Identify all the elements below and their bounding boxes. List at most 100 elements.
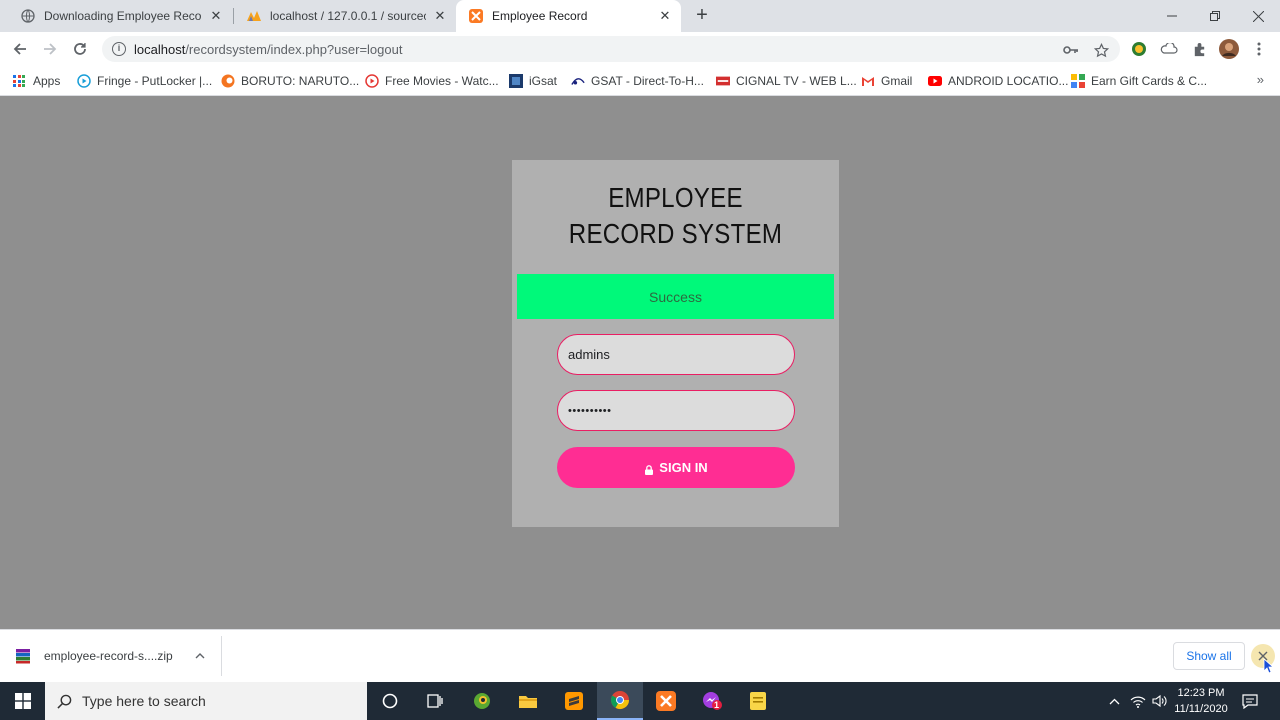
cloud-hq-icon[interactable] [1160, 40, 1178, 58]
tab-title: localhost / 127.0.0.1 / sourcecod [270, 9, 426, 23]
tab-downloading[interactable]: Downloading Employee Record S ✕ [8, 0, 232, 32]
file-explorer-icon[interactable] [505, 682, 551, 720]
close-tab-icon[interactable]: ✕ [657, 8, 673, 24]
notifications-icon[interactable] [1238, 682, 1262, 720]
success-alert: Success [517, 274, 834, 319]
igsat-icon [509, 74, 523, 88]
xampp-taskbar-icon[interactable] [643, 682, 689, 720]
bookmark-gift-cards[interactable]: Earn Gift Cards & C... [1071, 72, 1207, 90]
wifi-icon[interactable] [1128, 682, 1148, 720]
gift-grid-icon [1071, 74, 1085, 88]
bookmark-label: GSAT - Direct-To-H... [591, 74, 704, 88]
bookmark-label: Earn Gift Cards & C... [1091, 74, 1208, 88]
bookmark-label: Gmail [881, 74, 913, 88]
phpmyadmin-icon [246, 8, 262, 24]
tab-phpmyadmin[interactable]: localhost / 127.0.0.1 / sourcecod ✕ [234, 0, 456, 32]
bookmark-gmail[interactable]: Gmail [861, 72, 912, 90]
xampp-icon [468, 8, 484, 24]
sign-in-button[interactable]: SIGN IN [557, 447, 795, 488]
extension-globe-icon[interactable] [1130, 40, 1148, 58]
bookmark-free-movies[interactable]: Free Movies - Watc... [365, 72, 499, 90]
bookmark-label: BORUTO: NARUTO... [241, 74, 360, 88]
download-shelf: employee-record-s....zip Show all [0, 629, 1280, 682]
bookmark-boruto[interactable]: BORUTO: NARUTO... [221, 72, 359, 90]
messenger-icon[interactable]: 1 [689, 682, 735, 720]
tab-title: Downloading Employee Record S [44, 9, 202, 23]
arrow-left-icon [13, 43, 26, 55]
task-view-icon[interactable] [412, 682, 458, 720]
lock-icon [644, 463, 654, 475]
bookmark-android-location[interactable]: ANDROID LOCATIO... [928, 72, 1068, 90]
bookmark-apps[interactable]: Apps [13, 72, 60, 90]
gsat-icon [571, 74, 585, 88]
arrow-right-icon [44, 43, 57, 55]
close-window-button[interactable] [1235, 0, 1280, 32]
gmail-icon [861, 74, 875, 88]
start-button[interactable] [0, 682, 45, 720]
mouse-cursor-icon [1263, 658, 1275, 677]
close-tab-icon[interactable]: ✕ [432, 8, 448, 24]
close-tab-icon[interactable]: ✕ [208, 8, 224, 24]
url-text[interactable]: localhost/recordsystem/index.php?user=lo… [134, 42, 402, 57]
new-tab-button[interactable]: + [690, 4, 714, 28]
page-title: EMPLOYEE RECORD SYSTEM [535, 180, 816, 252]
cortana-icon[interactable] [367, 682, 413, 720]
notes-app-icon[interactable] [735, 682, 781, 720]
clock-date: 11/11/2020 [1174, 703, 1228, 715]
tab-employee-record[interactable]: Employee Record ✕ [456, 0, 681, 32]
bookmark-label: Apps [33, 74, 61, 88]
bookmark-label: CIGNAL TV - WEB L... [736, 74, 857, 88]
page-viewport: EMPLOYEE RECORD SYSTEM Success •••••••••… [0, 96, 1280, 629]
zip-archive-icon [14, 647, 32, 665]
reload-button[interactable] [68, 37, 92, 61]
reload-icon [74, 43, 86, 55]
chrome-icon[interactable] [597, 682, 643, 720]
crunchyroll-icon [221, 74, 235, 88]
bookmarks-bar: Apps Fringe - PutLocker |... BORUTO: NAR… [0, 66, 1280, 96]
bookmark-fringe[interactable]: Fringe - PutLocker |... [77, 72, 212, 90]
restore-button[interactable] [1192, 0, 1238, 32]
more-bookmarks-icon[interactable]: » [1257, 72, 1264, 87]
forward-button[interactable] [38, 37, 62, 61]
movie-play-icon [365, 74, 379, 88]
search-placeholder: Type here to search [82, 693, 206, 709]
notification-badge: 1 [714, 700, 720, 710]
username-input[interactable] [568, 347, 794, 362]
taskbar-clock[interactable]: 12:23 PM 11/11/2020 [1170, 685, 1232, 717]
bookmark-igsat[interactable]: iGsat [509, 72, 557, 90]
minimize-icon [1167, 15, 1177, 17]
app-spiral-icon[interactable] [459, 682, 505, 720]
close-icon [1252, 10, 1264, 22]
volume-icon[interactable] [1150, 682, 1170, 720]
bookmark-label: ANDROID LOCATIO... [948, 74, 1069, 88]
youtube-icon [928, 74, 942, 88]
bookmark-cignal[interactable]: CIGNAL TV - WEB L... [716, 72, 857, 90]
bookmark-gsat[interactable]: GSAT - Direct-To-H... [571, 72, 704, 90]
site-info-icon[interactable]: i [112, 42, 126, 56]
cignal-icon [716, 74, 730, 88]
extensions-puzzle-icon[interactable] [1190, 40, 1208, 58]
profile-avatar[interactable] [1219, 39, 1239, 59]
menu-kebab-icon[interactable] [1250, 40, 1268, 58]
username-field[interactable] [557, 334, 795, 375]
show-all-button[interactable]: Show all [1173, 642, 1245, 670]
sublime-text-icon[interactable] [551, 682, 597, 720]
tab-strip: Downloading Employee Record S ✕ localhos… [0, 0, 1280, 32]
chevron-up-icon[interactable] [1104, 682, 1124, 720]
key-icon[interactable] [1062, 41, 1080, 59]
password-field[interactable]: •••••••••• [557, 390, 795, 431]
back-button[interactable] [8, 37, 32, 61]
star-icon[interactable] [1092, 41, 1110, 59]
bookmark-label: Free Movies - Watc... [385, 74, 499, 88]
download-item[interactable]: employee-record-s....zip [14, 644, 205, 668]
address-bar[interactable]: i localhost/recordsystem/index.php?user=… [102, 36, 1120, 62]
password-input[interactable]: •••••••••• [568, 405, 612, 417]
minimize-button[interactable] [1149, 0, 1195, 32]
play-circle-icon [77, 74, 91, 88]
alert-text: Success [649, 288, 702, 305]
windows-logo-icon [14, 693, 31, 709]
clock-time: 12:23 PM [1177, 687, 1225, 699]
chevron-up-icon[interactable] [195, 653, 205, 659]
login-card: EMPLOYEE RECORD SYSTEM Success •••••••••… [512, 160, 839, 527]
taskbar-search[interactable]: Type here to search [45, 682, 367, 720]
